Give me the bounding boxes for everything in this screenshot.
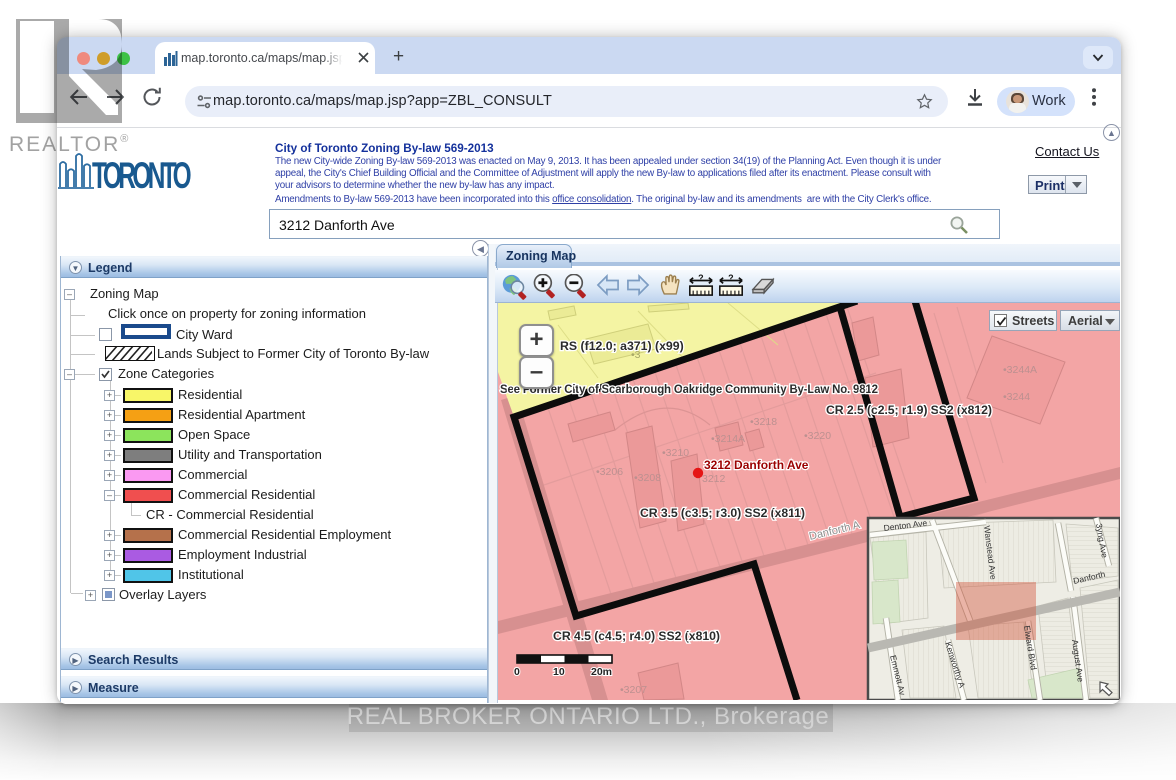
svg-text:CR 4.5 (c4.5; r4.0) SS2 (x810: CR 4.5 (c4.5; r4.0) SS2 (x810): [553, 629, 720, 643]
svg-text:•3: •3: [631, 349, 641, 361]
svg-text:•3244: •3244: [1003, 391, 1030, 403]
svg-text:20m: 20m: [591, 666, 612, 678]
svg-text:•3218: •3218: [750, 416, 777, 428]
svg-text:CR 2.5 (c2.5; r1.9) SS2 (x812: CR 2.5 (c2.5; r1.9) SS2 (x812): [826, 403, 992, 417]
svg-text:CR 3.5 (c3.5; r3.0) SS2 (x811: CR 3.5 (c3.5; r3.0) SS2 (x811): [640, 506, 805, 520]
svg-text:3212: 3212: [702, 473, 726, 485]
svg-text:•3220: •3220: [804, 430, 831, 442]
svg-text:3212 Danforth Ave: 3212 Danforth Ave: [704, 458, 809, 472]
svg-text:TORONTO: TORONTO: [92, 155, 191, 193]
svg-text:RS (f12.0; a371) (x99): RS (f12.0; a371) (x99): [560, 339, 684, 353]
svg-text:•3244A: •3244A: [1003, 364, 1037, 376]
svg-text:•3208: •3208: [634, 472, 661, 484]
svg-text:?: ?: [728, 274, 733, 283]
svg-text:•3210: •3210: [662, 447, 689, 459]
svg-text:•3214A: •3214A: [711, 433, 745, 445]
svg-text:•3207: •3207: [620, 684, 647, 696]
svg-text:See Former City of Scarborough: See Former City of Scarborough Oakridge …: [500, 384, 878, 396]
svg-text:•3206: •3206: [596, 466, 623, 478]
svg-text:?: ?: [698, 274, 703, 283]
svg-text:10: 10: [553, 666, 565, 678]
svg-text:0: 0: [514, 666, 520, 678]
